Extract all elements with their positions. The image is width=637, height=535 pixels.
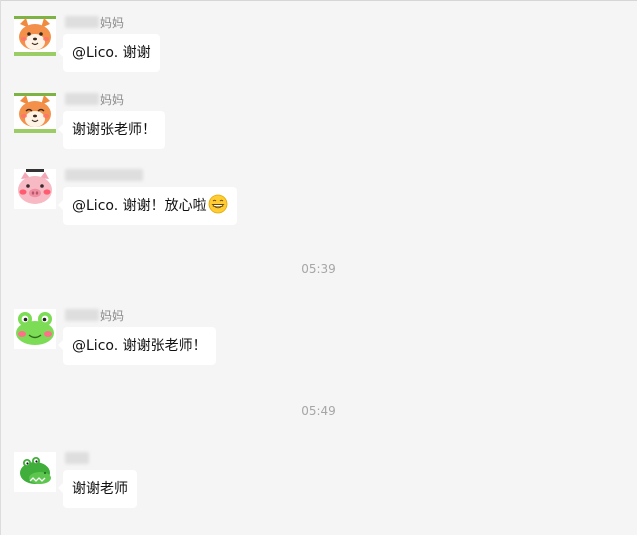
message-item: 妈妈 @Lico. 谢谢张老师！: [14, 309, 614, 389]
message-text: 谢谢张老师！: [72, 122, 156, 138]
green-frog-avatar[interactable]: [14, 309, 56, 349]
redacted-name: [65, 16, 99, 28]
redacted-name: [65, 93, 99, 105]
message-text: @Lico. 谢谢张老师！: [72, 338, 207, 354]
sender-name-suffix: 妈妈: [100, 16, 125, 30]
message-item: 妈妈 @Lico. 谢谢: [14, 16, 614, 96]
message-item: @Lico. 谢谢！放心啦: [14, 169, 614, 249]
message-bubble[interactable]: 谢谢张老师！: [58, 111, 165, 149]
sender-name: [65, 452, 90, 467]
sender-name: 妈妈: [65, 93, 124, 108]
shiba-dog-avatar[interactable]: [14, 16, 56, 56]
sender-name-suffix: 妈妈: [100, 309, 125, 323]
message-text: 谢谢老师: [72, 481, 128, 497]
crocodile-avatar[interactable]: [14, 452, 56, 492]
sender-name: [65, 169, 144, 184]
message-item: 妈妈 谢谢张老师！: [14, 93, 614, 173]
message-bubble[interactable]: @Lico. 谢谢: [58, 34, 160, 72]
message-text: @Lico. 谢谢: [72, 45, 151, 61]
message-text: @Lico. 谢谢！放心啦: [72, 198, 207, 214]
shiba-dog-avatar[interactable]: [14, 93, 56, 133]
sender-name: 妈妈: [65, 16, 124, 31]
message-item: 谢谢老师: [14, 452, 614, 532]
message-bubble[interactable]: 谢谢老师: [58, 470, 137, 508]
redacted-name: [65, 452, 89, 464]
timestamp: 05:49: [301, 404, 336, 418]
grinning-face-emoji: [208, 191, 228, 214]
redacted-name: [65, 169, 143, 181]
message-bubble[interactable]: @Lico. 谢谢！放心啦: [58, 187, 237, 225]
window-top-border: [0, 0, 637, 4]
sender-name: 妈妈: [65, 309, 124, 324]
redacted-name: [65, 309, 99, 321]
timestamp: 05:39: [301, 262, 336, 276]
sender-name-suffix: 妈妈: [100, 93, 125, 107]
message-bubble[interactable]: @Lico. 谢谢张老师！: [58, 327, 216, 365]
pink-pig-avatar[interactable]: [14, 169, 56, 209]
